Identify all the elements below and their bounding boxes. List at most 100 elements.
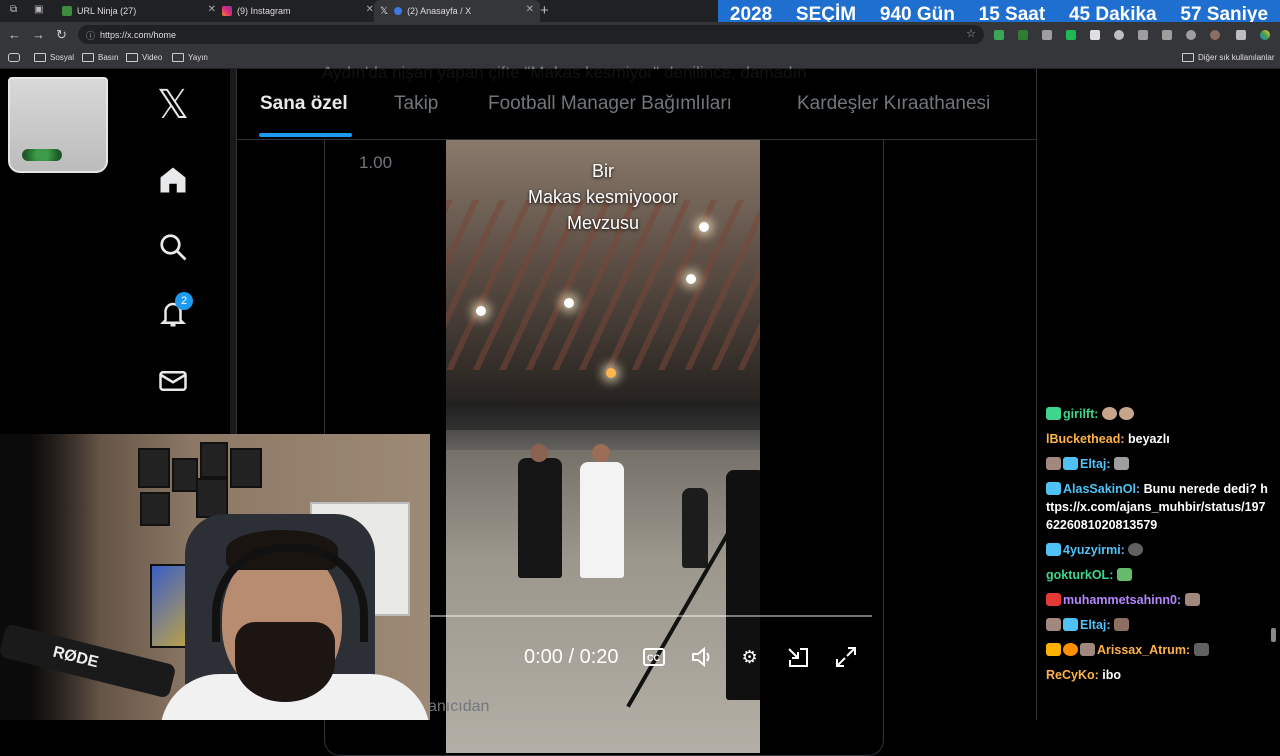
close-tab-icon[interactable]: ✕ xyxy=(208,4,216,15)
bookmark-video[interactable]: Video xyxy=(126,53,162,62)
badge-icon xyxy=(1063,618,1078,631)
video-caption: Bir Makas kesmiyooor Mevzusu xyxy=(446,158,760,236)
close-tab-icon[interactable]: ✕ xyxy=(366,4,374,15)
instagram-favicon-icon xyxy=(222,6,232,16)
favorites-icon[interactable] xyxy=(1162,30,1172,40)
badge-icon xyxy=(1080,643,1095,656)
chat-username[interactable]: Arissax_Atrum: xyxy=(1097,643,1190,657)
folder-icon xyxy=(1182,53,1194,62)
back-icon[interactable]: ← xyxy=(8,27,21,42)
tab-sana-ozel[interactable]: Sana özel xyxy=(260,93,348,115)
tab-football-manager[interactable]: Football Manager Bağımlıları xyxy=(488,93,732,115)
video-progress-bar[interactable] xyxy=(430,615,872,617)
picture-in-picture-icon[interactable] xyxy=(785,644,811,670)
chat-username[interactable]: Eltaj: xyxy=(1080,457,1111,471)
chat-username[interactable]: gokturkOL: xyxy=(1046,568,1113,582)
tab-takip[interactable]: Takip xyxy=(394,93,438,115)
chat-username[interactable]: girilft: xyxy=(1063,407,1098,421)
fullscreen-icon[interactable] xyxy=(833,644,859,670)
extensions-puzzle-icon[interactable] xyxy=(1114,30,1124,40)
explore-search-icon[interactable] xyxy=(155,229,191,265)
tab-title: (9) Instagram xyxy=(237,6,291,16)
chat-message: Eltaj: xyxy=(1046,455,1272,473)
crown-badge-icon xyxy=(1046,643,1061,656)
emote-icon xyxy=(1101,407,1117,420)
streamer-webcam: RØDE xyxy=(0,434,430,720)
badge-icon xyxy=(1046,593,1061,606)
address-input[interactable]: ⓘ https://x.com/home ☆ xyxy=(78,25,984,44)
cup-overlay-graphic xyxy=(8,77,108,173)
emote-icon xyxy=(1118,407,1134,420)
extension-icon[interactable] xyxy=(1066,30,1076,40)
caption-line: Bir xyxy=(592,161,614,181)
reload-icon[interactable]: ↻ xyxy=(56,27,67,43)
bookmark-label: Basın xyxy=(98,53,119,62)
bookmark-label: Sosyal xyxy=(50,53,75,62)
workspaces-icon[interactable]: ⧉ xyxy=(10,4,22,16)
chat-message: ReCyKo: ibo xyxy=(1046,666,1272,684)
copilot-icon[interactable] xyxy=(1260,30,1270,40)
captions-icon[interactable]: CC xyxy=(641,644,667,670)
bookmark-yayin[interactable]: Yayın xyxy=(172,53,208,62)
chat-message: 4yuzyirmi: xyxy=(1046,541,1272,559)
site-info-icon[interactable]: ⓘ xyxy=(86,29,95,42)
emote-icon xyxy=(1128,543,1144,556)
chat-message: muhammetsahinn0: xyxy=(1046,591,1272,609)
extension-icon[interactable] xyxy=(1018,30,1028,40)
chat-text: beyazlı xyxy=(1127,432,1170,446)
extension-icon[interactable] xyxy=(994,30,1004,40)
stream-chat: girilft: lBuckethead: beyazlı Eltaj: Ala… xyxy=(1046,405,1272,691)
volume-icon[interactable] xyxy=(689,644,715,670)
audio-indicator-icon xyxy=(394,7,403,15)
address-text: https://x.com/home xyxy=(100,29,177,40)
emote-icon xyxy=(1184,593,1200,606)
chat-message: AlasSakinOl: Bunu nerede dedi? https://x… xyxy=(1046,480,1272,534)
chat-scrollbar[interactable] xyxy=(1271,628,1276,642)
tab-actions-icon[interactable]: ▣ xyxy=(34,4,46,16)
split-screen-icon[interactable] xyxy=(1138,30,1148,40)
chat-message: lBuckethead: beyazlı xyxy=(1046,430,1272,448)
tab-kardesler-kiraathanesi[interactable]: Kardeşler Kıraathanesi xyxy=(797,93,990,115)
home-icon[interactable] xyxy=(155,162,191,198)
address-toolbar: ← → ↻ ⓘ https://x.com/home ☆ xyxy=(0,22,1280,48)
emote-icon xyxy=(1116,568,1132,581)
chat-username[interactable]: 4yuzyirmi: xyxy=(1063,543,1125,557)
emote-icon xyxy=(1114,618,1130,631)
badge-icon xyxy=(1046,407,1061,420)
chat-username[interactable]: AlasSakinOl: xyxy=(1063,482,1140,496)
badge-icon xyxy=(1046,543,1061,556)
tab-instagram[interactable]: (9) Instagram ✕ xyxy=(216,0,380,22)
tab-title: (2) Anasayfa / X xyxy=(407,6,472,16)
chat-username[interactable]: Eltaj: xyxy=(1080,618,1111,632)
tab-x-home[interactable]: 𝕏 (2) Anasayfa / X ✕ xyxy=(374,0,540,22)
messages-mail-icon[interactable] xyxy=(155,363,191,399)
chat-username[interactable]: muhammetsahinn0: xyxy=(1063,593,1181,607)
tab-url-ninja[interactable]: URL Ninja (27) ✕ xyxy=(56,0,222,22)
tab-title: URL Ninja (27) xyxy=(77,6,137,16)
feed-bottom-text: anıcıdan xyxy=(428,698,490,715)
forward-icon[interactable]: → xyxy=(32,27,45,42)
chat-username[interactable]: ReCyKo: xyxy=(1046,668,1099,682)
caption-line: Mevzusu xyxy=(566,213,640,233)
close-tab-icon[interactable]: ✕ xyxy=(526,4,534,15)
extension-icon[interactable] xyxy=(1042,30,1052,40)
new-tab-button[interactable]: + xyxy=(540,2,552,19)
browser-essentials-icon[interactable] xyxy=(1186,30,1196,40)
bookmark-basin[interactable]: Basın xyxy=(82,53,118,62)
other-bookmarks[interactable]: Diğer sık kullanılanlar xyxy=(1182,53,1274,62)
chat-username[interactable]: lBuckethead: xyxy=(1046,432,1125,446)
svg-text:CC: CC xyxy=(647,653,660,663)
extension-icon[interactable] xyxy=(1090,30,1100,40)
folder-icon xyxy=(172,53,184,62)
caption-line: Makas kesmiyooor xyxy=(527,187,679,207)
badge-icon xyxy=(1046,618,1061,631)
video-time: 0:00 / 0:20 xyxy=(524,645,619,668)
favorite-star-icon[interactable]: ☆ xyxy=(966,27,976,40)
x-logo-icon[interactable]: 𝕏 xyxy=(155,83,191,127)
chat-text: ibo xyxy=(1102,668,1122,682)
bookmark-sosyal[interactable]: Sosyal xyxy=(34,53,74,62)
settings-gear-icon[interactable]: ⚙ xyxy=(737,644,763,670)
profile-avatar[interactable] xyxy=(1210,30,1220,40)
menu-dots-icon[interactable] xyxy=(1236,30,1246,40)
reading-list-icon[interactable] xyxy=(8,53,24,62)
